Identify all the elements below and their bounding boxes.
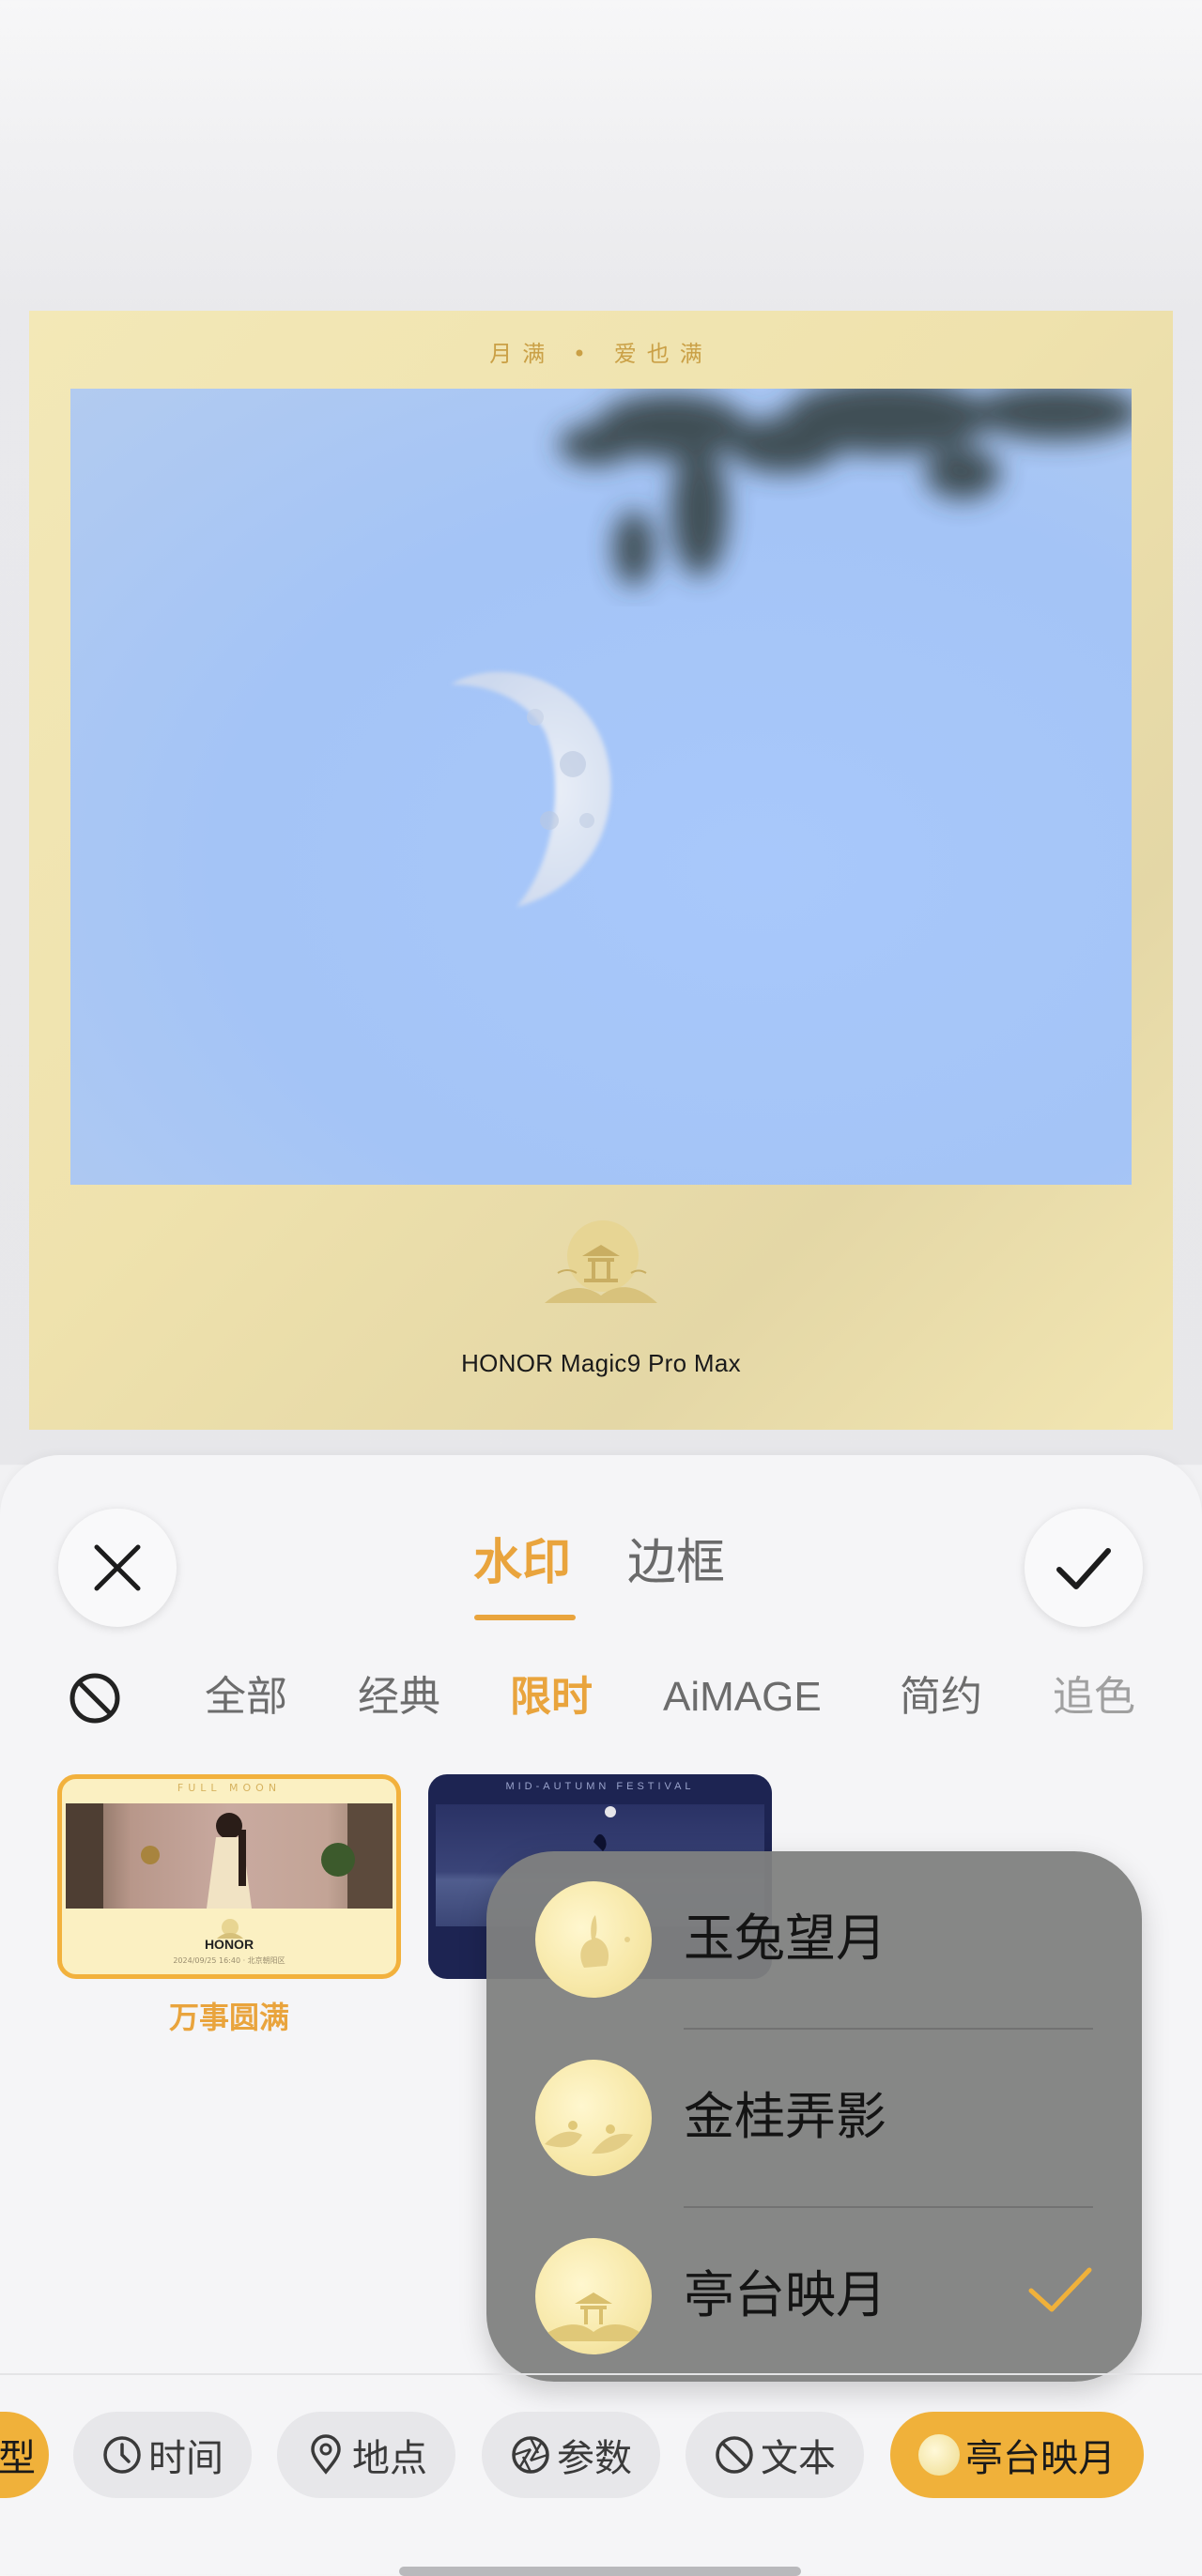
- camera-model-text: HONOR Magic9 Pro Max: [461, 1349, 741, 1377]
- close-button[interactable]: [58, 1509, 177, 1627]
- category-limited[interactable]: 限时: [510, 1671, 593, 1724]
- template-brand: HONOR: [204, 1937, 254, 1952]
- selected-check-icon: [1028, 2267, 1092, 2312]
- tab-frame[interactable]: 边框: [627, 1532, 725, 1594]
- chip-bar-divider: [0, 2373, 1202, 2375]
- watermark-style-menu: 玉兔望月 金桂弄影 亭台映月: [486, 1851, 1142, 2382]
- close-icon: [94, 1544, 141, 1591]
- preview-photo: [70, 389, 1132, 1185]
- chip-label: 时间: [148, 2437, 223, 2480]
- confirm-button[interactable]: [1025, 1509, 1143, 1627]
- category-all[interactable]: 全部: [205, 1671, 287, 1724]
- osmanthus-moon-icon: [535, 2060, 652, 2176]
- home-indicator[interactable]: [399, 2567, 801, 2576]
- chip-label: 文本: [761, 2437, 836, 2480]
- tab-watermark[interactable]: 水印: [473, 1532, 571, 1594]
- chip-parameters[interactable]: 参数: [482, 2412, 660, 2498]
- woman-figure-image: [66, 1803, 393, 1909]
- style-option-pavilion[interactable]: 亭台映月: [486, 2208, 1142, 2382]
- template-card-full-moon[interactable]: FULL MOON HONOR 2024/09/25 16:40 · 北京朝阳区: [57, 1774, 401, 1979]
- active-tab-indicator: [474, 1615, 576, 1620]
- location-pin-icon: [311, 2434, 341, 2475]
- chip-label: 地点: [352, 2437, 427, 2480]
- template-top-text: MID-AUTUMN FESTIVAL: [505, 1781, 695, 1792]
- category-simple[interactable]: 简约: [900, 1671, 982, 1724]
- frame-title: 月满 • 爱也满: [489, 341, 713, 367]
- style-option-label: 亭台映月: [684, 2265, 886, 2324]
- watermark-frame-preview: 月满 • 爱也满 HONOR Magic9 Pro Max: [29, 311, 1173, 1430]
- category-color-chase[interactable]: 追色: [1053, 1671, 1143, 1724]
- clock-icon: [103, 2436, 141, 2474]
- pavilion-moon-logo-icon: [545, 1220, 657, 1303]
- template-photo: [66, 1803, 393, 1909]
- category-classic[interactable]: 经典: [358, 1671, 440, 1724]
- pavilion-moon-icon: [918, 2434, 960, 2476]
- category-aimage[interactable]: AiMAGE: [663, 1671, 822, 1724]
- prohibited-icon: [69, 1673, 120, 1724]
- checkmark-icon: [1056, 1548, 1111, 1589]
- moon-logo-icon: [217, 1919, 243, 1939]
- template-top-text: FULL MOON: [177, 1782, 282, 1794]
- chip-label: 参数: [557, 2437, 632, 2480]
- moon-image: [451, 671, 611, 907]
- chip-time[interactable]: 时间: [73, 2412, 252, 2498]
- chip-text[interactable]: 文本: [686, 2412, 864, 2498]
- style-option-label: 玉兔望月: [684, 1909, 886, 1968]
- style-option-jade-rabbit[interactable]: 玉兔望月: [486, 1851, 1142, 2030]
- aperture-icon: [512, 2436, 549, 2474]
- template-label[interactable]: 万事圆满: [57, 1994, 401, 2037]
- rabbit-moon-icon: [535, 1881, 652, 1998]
- chip-location[interactable]: 地点: [277, 2412, 455, 2498]
- no-text-icon: [716, 2436, 753, 2474]
- chip-label: 型: [0, 2437, 36, 2480]
- style-option-osmanthus[interactable]: 金桂弄影: [486, 2030, 1142, 2208]
- chip-style-pavilion[interactable]: 亭台映月: [890, 2412, 1144, 2498]
- style-option-label: 金桂弄影: [684, 2087, 886, 2146]
- chip-label: 亭台映月: [965, 2437, 1116, 2480]
- no-watermark-button[interactable]: [68, 1671, 122, 1729]
- pavilion-moon-icon: [535, 2238, 652, 2354]
- template-meta: 2024/09/25 16:40 · 北京朝阳区: [173, 1956, 285, 1965]
